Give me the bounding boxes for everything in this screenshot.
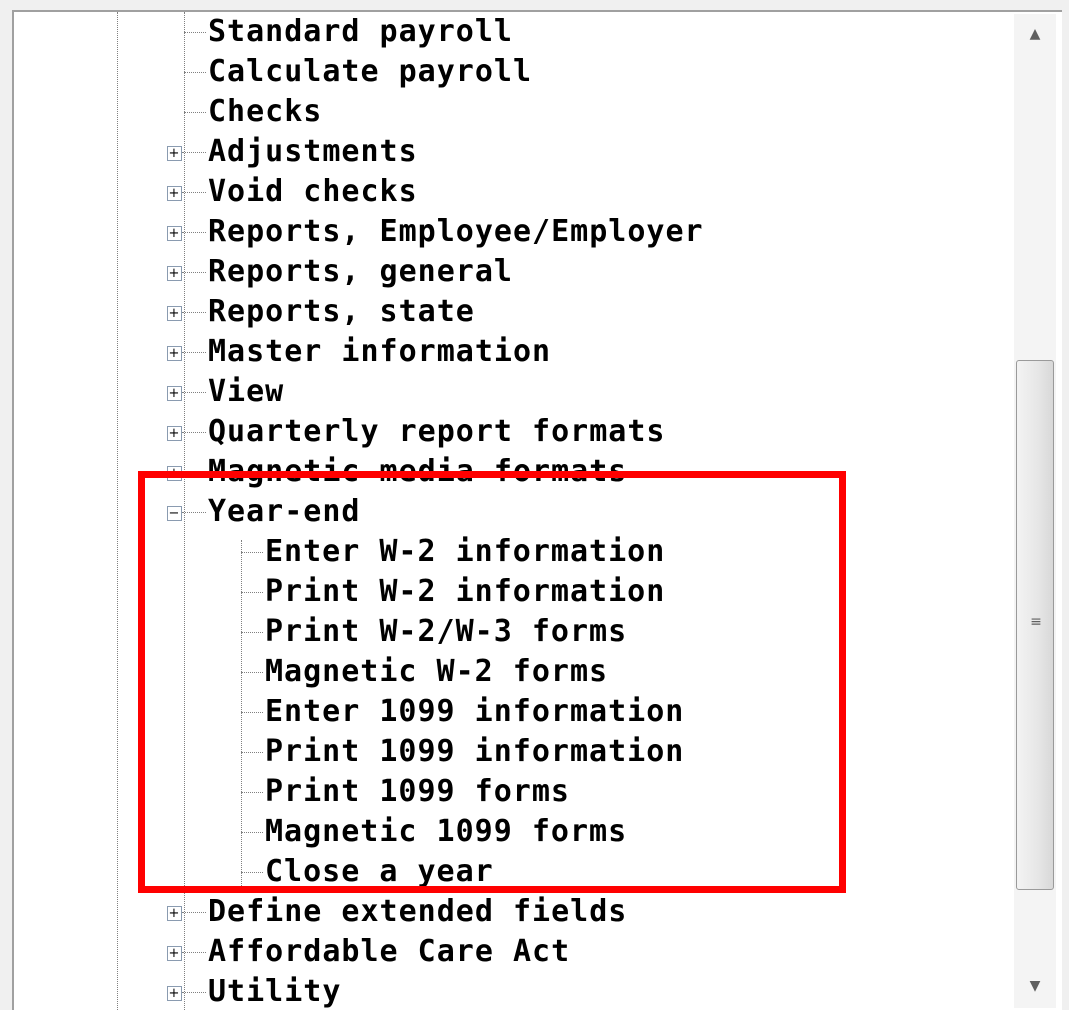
tree-connector xyxy=(182,992,206,993)
tree-item-label: Print W-2 information xyxy=(265,574,666,609)
expand-plus-icon[interactable]: + xyxy=(167,906,182,921)
tree-connector xyxy=(241,872,263,873)
tree-connector xyxy=(241,752,263,753)
tree-item-label: Close a year xyxy=(265,854,494,889)
tree-item-label: Master information xyxy=(208,334,552,369)
tree-item-label: Calculate payroll xyxy=(208,54,533,89)
expand-plus-icon[interactable]: + xyxy=(167,306,182,321)
tree-connector xyxy=(182,152,206,153)
tree-item-label: View xyxy=(208,374,285,409)
expand-plus-icon[interactable]: + xyxy=(167,226,182,241)
tree-item-label: Standard payroll xyxy=(208,14,513,49)
tree-item-label: Enter W-2 information xyxy=(265,534,666,569)
tree-item-label: Reports, state xyxy=(208,294,475,329)
expand-plus-icon[interactable]: + xyxy=(167,386,182,401)
tree-connector xyxy=(182,432,206,433)
tree-connector xyxy=(241,792,263,793)
expand-plus-icon[interactable]: + xyxy=(167,266,182,281)
tree-connector xyxy=(182,192,206,193)
tree-connector xyxy=(182,952,206,953)
tree-parent-guide-line xyxy=(184,12,185,1010)
scroll-down-arrow-icon[interactable]: ▼ xyxy=(1014,966,1056,1006)
vertical-scrollbar[interactable]: ▲ ≡ ▼ xyxy=(1014,14,1056,1008)
scrollbar-thumb[interactable]: ≡ xyxy=(1016,360,1054,890)
tree-connector xyxy=(241,832,263,833)
tree-item-label: Adjustments xyxy=(208,134,418,169)
expand-plus-icon[interactable]: + xyxy=(167,426,182,441)
tree-item-label: Magnetic W-2 forms xyxy=(265,654,609,689)
expand-plus-icon[interactable]: + xyxy=(167,146,182,161)
tree-item-label: Year-end xyxy=(208,494,361,529)
tree-connector xyxy=(182,512,206,513)
tree-root-guide-line xyxy=(117,12,118,1010)
tree-connector xyxy=(182,352,206,353)
tree-item-label: Checks xyxy=(208,94,323,129)
tree-view[interactable]: Standard payroll Calculate payroll Check… xyxy=(12,10,1062,1010)
tree-item-label: Enter 1099 information xyxy=(265,694,685,729)
tree-connector xyxy=(182,272,206,273)
tree-item-label: Quarterly report formats xyxy=(208,414,666,449)
expand-plus-icon[interactable]: + xyxy=(167,186,182,201)
tree-item-label: Define extended fields xyxy=(208,894,628,929)
tree-connector xyxy=(182,472,206,473)
tree-item-label: Reports, Employee/Employer xyxy=(208,214,704,249)
expand-plus-icon[interactable]: + xyxy=(167,986,182,1001)
window-frame: Standard payroll Calculate payroll Check… xyxy=(0,0,1069,1010)
tree-connector xyxy=(184,112,206,113)
tree-connector xyxy=(241,552,263,553)
tree-connector xyxy=(184,72,206,73)
tree-connector xyxy=(241,712,263,713)
scroll-up-arrow-icon[interactable]: ▲ xyxy=(1014,14,1056,54)
tree-connector xyxy=(182,312,206,313)
expand-plus-icon[interactable]: + xyxy=(167,466,182,481)
expand-plus-icon[interactable]: + xyxy=(167,346,182,361)
tree-connector xyxy=(182,232,206,233)
tree-connector xyxy=(241,592,263,593)
tree-item-label: Magnetic 1099 forms xyxy=(265,814,628,849)
tree-connector xyxy=(184,32,206,33)
tree-item-label: Print 1099 forms xyxy=(265,774,570,809)
tree-connector xyxy=(241,632,263,633)
tree-item-label: Utility xyxy=(208,974,342,1009)
tree-item-label: Reports, general xyxy=(208,254,513,289)
tree-connector xyxy=(182,392,206,393)
tree-connector xyxy=(241,672,263,673)
tree-item-label: Print W-2/W-3 forms xyxy=(265,614,628,649)
collapse-minus-icon[interactable]: − xyxy=(167,506,182,521)
tree-item-label: Affordable Care Act xyxy=(208,934,571,969)
scroll-grip-icon: ≡ xyxy=(1030,614,1042,630)
tree-connector xyxy=(182,912,206,913)
tree-item-label: Magnetic media formats xyxy=(208,454,628,489)
tree-item-label: Void checks xyxy=(208,174,418,209)
expand-plus-icon[interactable]: + xyxy=(167,946,182,961)
tree-item-label: Print 1099 information xyxy=(265,734,685,769)
